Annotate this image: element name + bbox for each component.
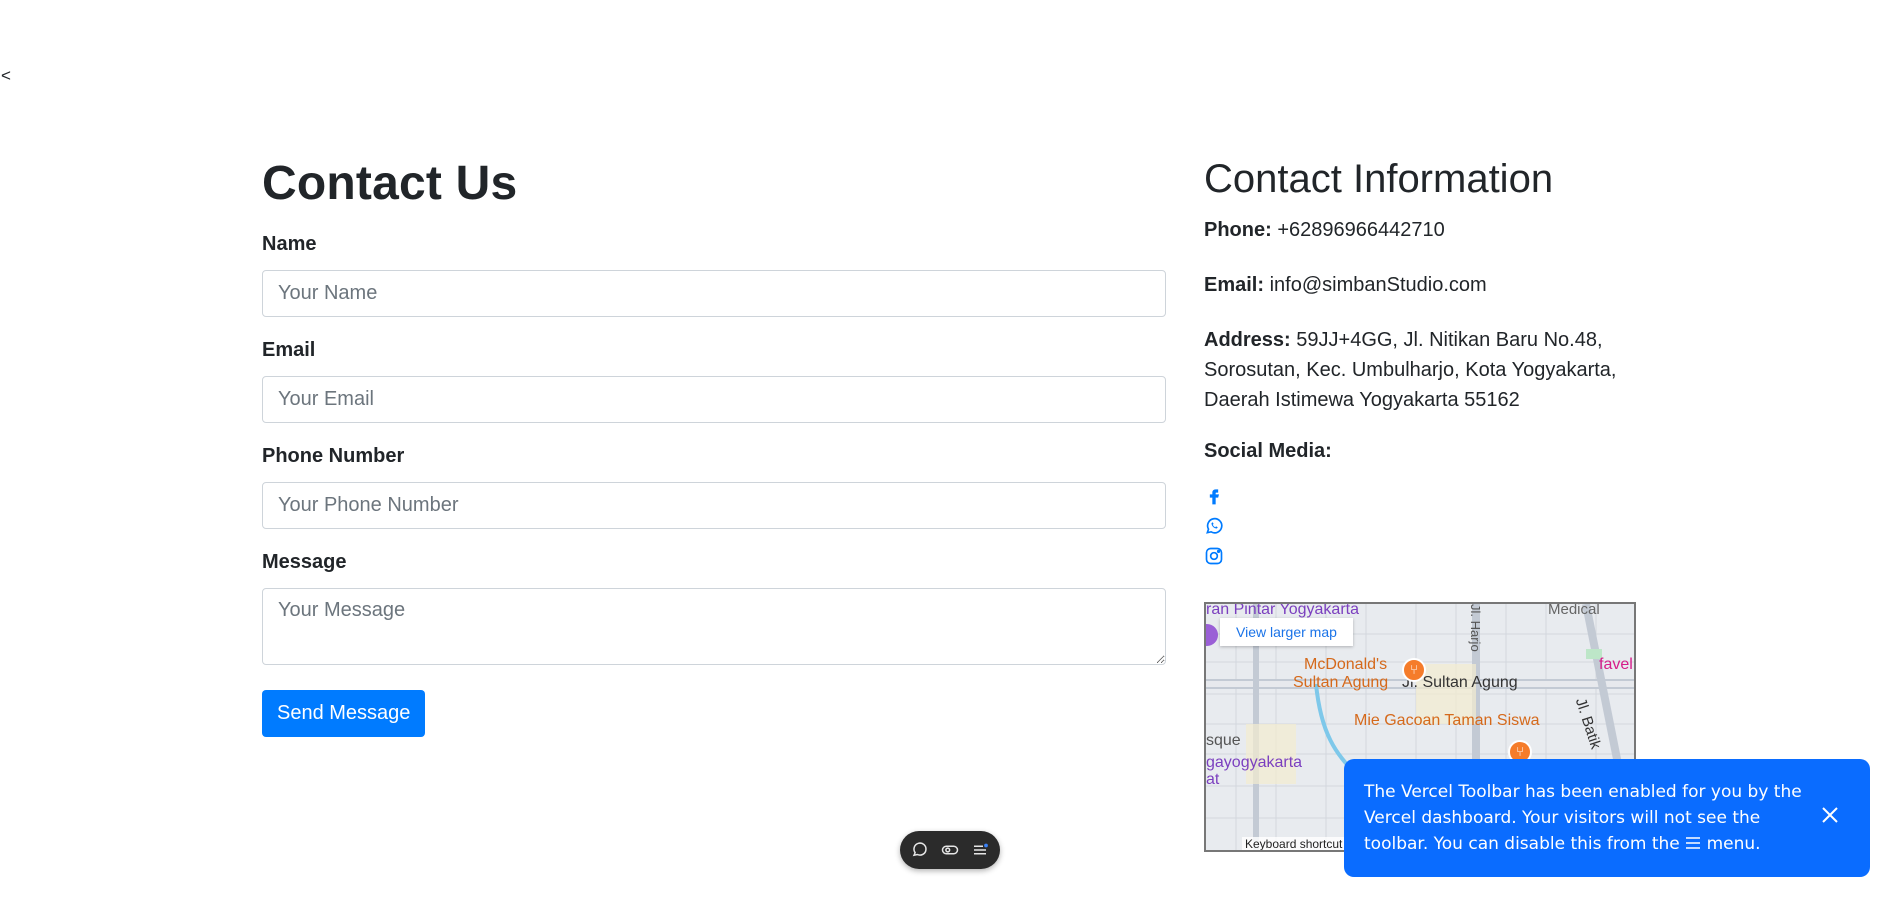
email-line: Email: info@simbanStudio.com — [1204, 270, 1644, 300]
name-field-group: Name — [262, 233, 1166, 317]
keyboard-shortcut-link[interactable]: Keyboard shortcut — [1242, 837, 1346, 850]
menu-icon[interactable] — [971, 841, 989, 859]
facebook-icon[interactable] — [1204, 483, 1226, 513]
map-label-mie-gacoan: Mie Gacoan Taman Siswa — [1354, 712, 1540, 729]
social-media-links — [1204, 483, 1644, 573]
map-label-jl-harjo: Jl. Harjo — [1468, 604, 1483, 652]
name-input[interactable] — [262, 269, 1166, 317]
phone-label: Phone Number — [262, 444, 405, 467]
vercel-toolbar-notification: The Vercel Toolbar has been enabled for … — [1344, 759, 1870, 877]
message-label: Message — [262, 550, 347, 573]
restaurant-pin-icon[interactable]: ⑂ — [1402, 658, 1426, 682]
view-larger-map-link[interactable]: View larger map — [1220, 618, 1353, 646]
map-label-sque: sque — [1206, 732, 1241, 749]
address-info-label: Address: — [1204, 329, 1291, 351]
toggle-icon[interactable] — [941, 841, 959, 859]
menu-glyph-icon — [1686, 837, 1701, 849]
phone-info-label: Phone: — [1204, 219, 1272, 241]
message-textarea[interactable] — [262, 587, 1166, 665]
map-label-yogyakarta: gayogyakarta — [1206, 754, 1303, 771]
send-message-button[interactable]: Send Message — [262, 689, 426, 737]
notification-menu-word: menu. — [1706, 834, 1761, 854]
email-info-value: info@simbanStudio.com — [1269, 274, 1487, 296]
page-title: Contact Us — [262, 157, 518, 210]
whatsapp-icon[interactable] — [1204, 513, 1226, 543]
name-label: Name — [262, 232, 317, 255]
phone-info-value: +62896966442710 — [1277, 219, 1445, 241]
contact-form: Contact Us Name Email Phone Number Messa… — [262, 155, 1166, 737]
map-label-medical: Medical — [1548, 602, 1600, 618]
address-line: Address: 59JJ+4GG, Jl. Nitikan Baru No.4… — [1204, 325, 1644, 415]
phone-field-group: Phone Number — [262, 445, 1166, 529]
vercel-toolbar — [900, 831, 1000, 869]
close-icon[interactable] — [1820, 805, 1840, 825]
notification-text: The Vercel Toolbar has been enabled for … — [1364, 779, 1804, 857]
phone-input[interactable] — [262, 481, 1166, 529]
email-field-group: Email — [262, 339, 1166, 423]
email-info-label: Email: — [1204, 274, 1265, 296]
social-media-label: Social Media: — [1204, 440, 1332, 462]
map-label-school: ran Pintar Yogyakarta — [1206, 602, 1359, 618]
map-label-at: at — [1206, 771, 1220, 788]
info-title: Contact Information — [1204, 157, 1554, 201]
back-link[interactable]: < — [1, 66, 11, 86]
email-input[interactable] — [262, 375, 1166, 423]
comment-icon[interactable] — [911, 841, 929, 859]
instagram-icon[interactable] — [1204, 543, 1226, 573]
map-label-mcdonalds: McDonald's — [1304, 656, 1388, 673]
email-label: Email — [262, 338, 316, 361]
map-label-mcdonalds-area: Sultan Agung — [1293, 674, 1389, 691]
map-label-favel: favel — [1599, 656, 1633, 673]
contact-information: Contact Information Phone: +628969664427… — [1204, 155, 1644, 582]
phone-line: Phone: +62896966442710 — [1204, 215, 1644, 245]
message-field-group: Message — [262, 551, 1166, 670]
